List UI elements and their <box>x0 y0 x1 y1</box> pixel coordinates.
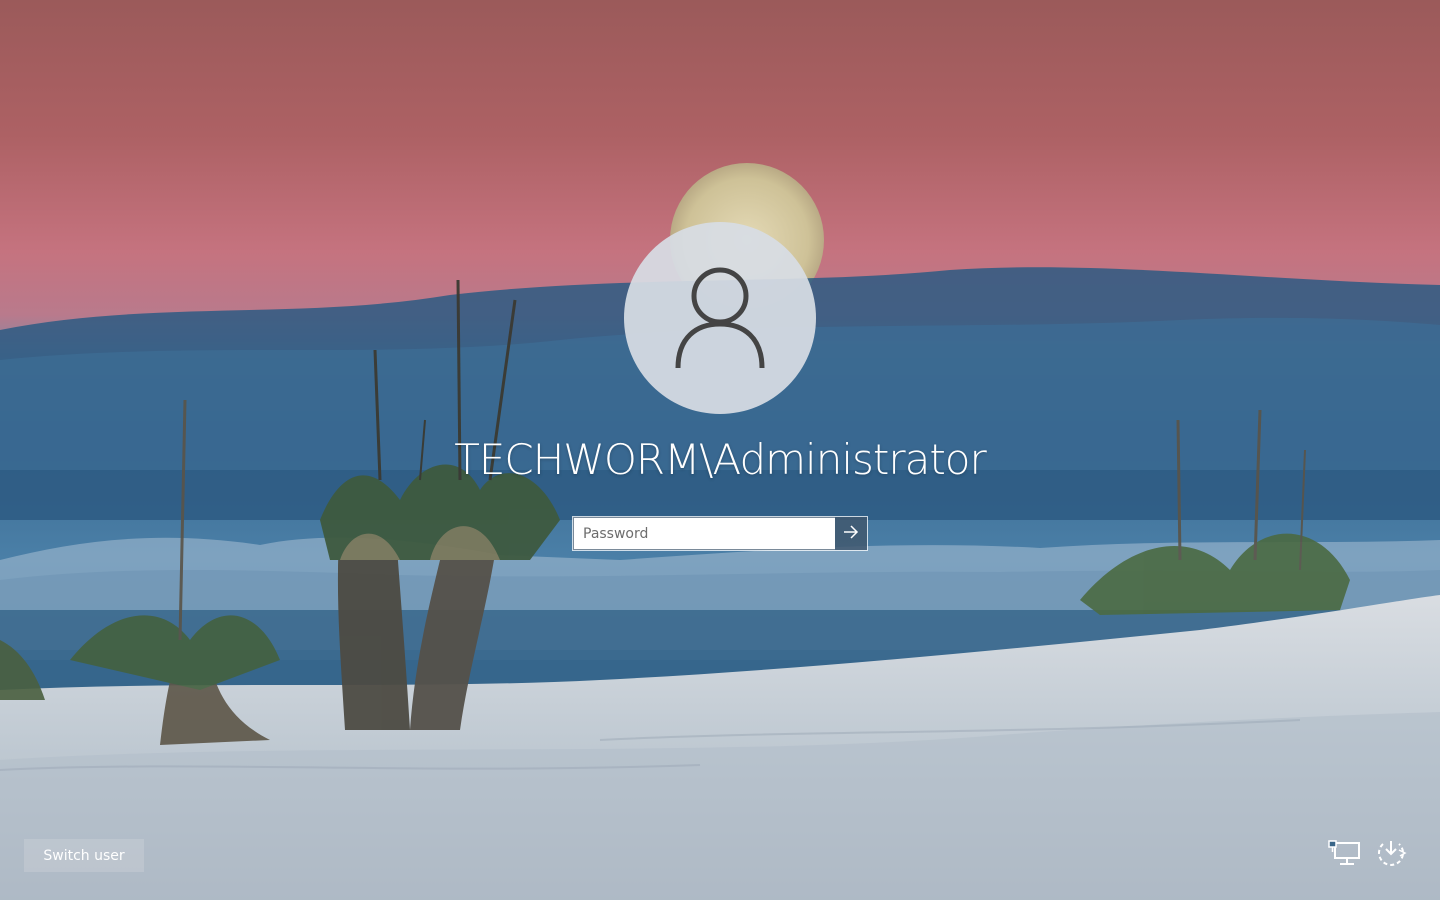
network-button[interactable] <box>1326 838 1362 872</box>
power-restart-icon <box>1375 838 1407 872</box>
password-box <box>572 516 868 551</box>
power-button[interactable] <box>1373 838 1409 872</box>
user-icon <box>672 266 768 370</box>
network-icon <box>1327 839 1361 871</box>
submit-button[interactable] <box>835 517 867 550</box>
account-name: TECHWORM\Administrator <box>454 435 987 484</box>
password-input[interactable] <box>573 517 835 550</box>
lock-screen: TECHWORM\Administrator Switch user <box>0 0 1440 900</box>
switch-user-button[interactable]: Switch user <box>24 839 144 872</box>
arrow-right-icon <box>843 525 859 542</box>
user-avatar <box>624 222 816 414</box>
